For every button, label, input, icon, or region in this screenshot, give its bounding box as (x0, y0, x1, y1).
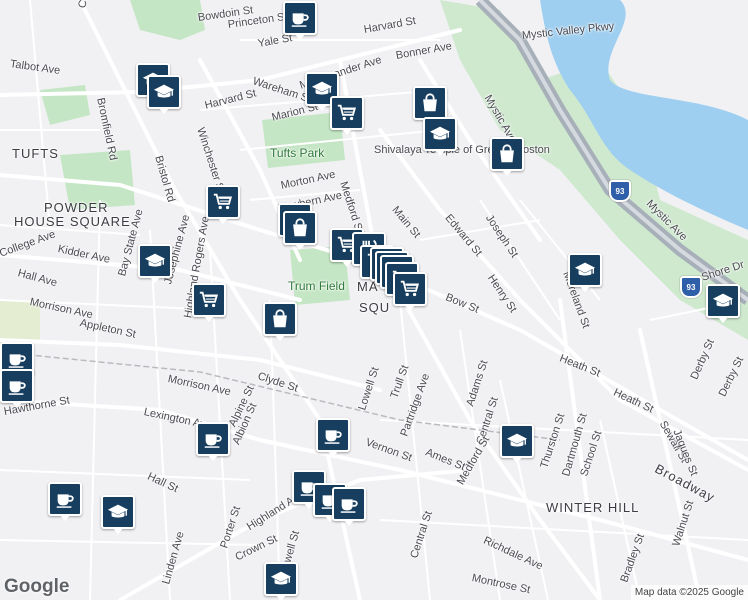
map-pin-cart[interactable] (206, 185, 240, 224)
map-label: Trum Field (288, 279, 345, 293)
map-pin-bag[interactable] (490, 137, 524, 176)
bag-icon (419, 92, 441, 114)
map-pin-school[interactable] (500, 424, 534, 463)
map-label: HOUSE SQUARE (14, 214, 131, 229)
bag-icon (289, 217, 311, 239)
map-pin-school[interactable] (264, 562, 298, 600)
map-pin-school[interactable] (138, 244, 172, 283)
map-label: SQU (359, 300, 391, 315)
school-icon (144, 250, 166, 272)
map-label: POWDER (44, 200, 109, 215)
map-label: Tufts Park (270, 146, 325, 160)
cart-icon (212, 191, 234, 213)
map-canvas[interactable]: Bowdoin St Princeton St Yale St Harvard St M… (0, 0, 748, 600)
map-pin-coffee[interactable] (332, 487, 366, 526)
map-pin-coffee[interactable] (0, 369, 34, 408)
coffee-icon (322, 424, 344, 446)
bag-icon (496, 143, 518, 165)
map-pin-school[interactable] (423, 117, 457, 156)
coffee-icon (6, 375, 28, 397)
cart-icon (336, 102, 358, 124)
map-pin-school[interactable] (706, 284, 740, 323)
map-attribution: Map data ©2025 Google (630, 585, 748, 600)
school-icon (153, 81, 175, 103)
school-icon (429, 123, 451, 145)
school-icon (506, 430, 528, 452)
interstate-shield: 93 (680, 276, 702, 298)
cart-icon (198, 289, 220, 311)
map-pin-bag[interactable] (413, 86, 447, 125)
park-area (130, 0, 205, 40)
map-pin-bag[interactable] (263, 302, 297, 341)
map-pin-school[interactable] (101, 495, 135, 534)
coffee-icon (6, 348, 28, 370)
cart-icon (399, 278, 421, 300)
school-icon (574, 259, 596, 281)
bag-icon (269, 308, 291, 330)
coffee-icon (289, 7, 311, 29)
school-icon (712, 290, 734, 312)
coffee-icon (202, 428, 224, 450)
coffee-icon (338, 493, 360, 515)
map-pin-cart[interactable] (192, 283, 226, 322)
coffee-icon (54, 488, 76, 510)
map-pin-coffee[interactable] (48, 482, 82, 521)
map-pin-school[interactable] (147, 75, 181, 114)
school-icon (270, 568, 292, 590)
map-label: TUFTS (12, 146, 59, 161)
google-logo: Google (4, 576, 70, 597)
map-pin-coffee[interactable] (316, 418, 350, 457)
interstate-shield: 93 (609, 180, 631, 202)
map-pin-cart[interactable] (330, 96, 364, 135)
school-icon (107, 501, 129, 523)
map-pin-coffee[interactable] (196, 422, 230, 461)
map-pin-school[interactable] (568, 253, 602, 292)
map-label: WINTER HILL (546, 500, 640, 515)
park-area (40, 85, 90, 125)
map-pin-bag[interactable] (283, 211, 317, 250)
map-pin-cart[interactable] (393, 272, 427, 311)
map-pin-coffee[interactable] (283, 1, 317, 40)
